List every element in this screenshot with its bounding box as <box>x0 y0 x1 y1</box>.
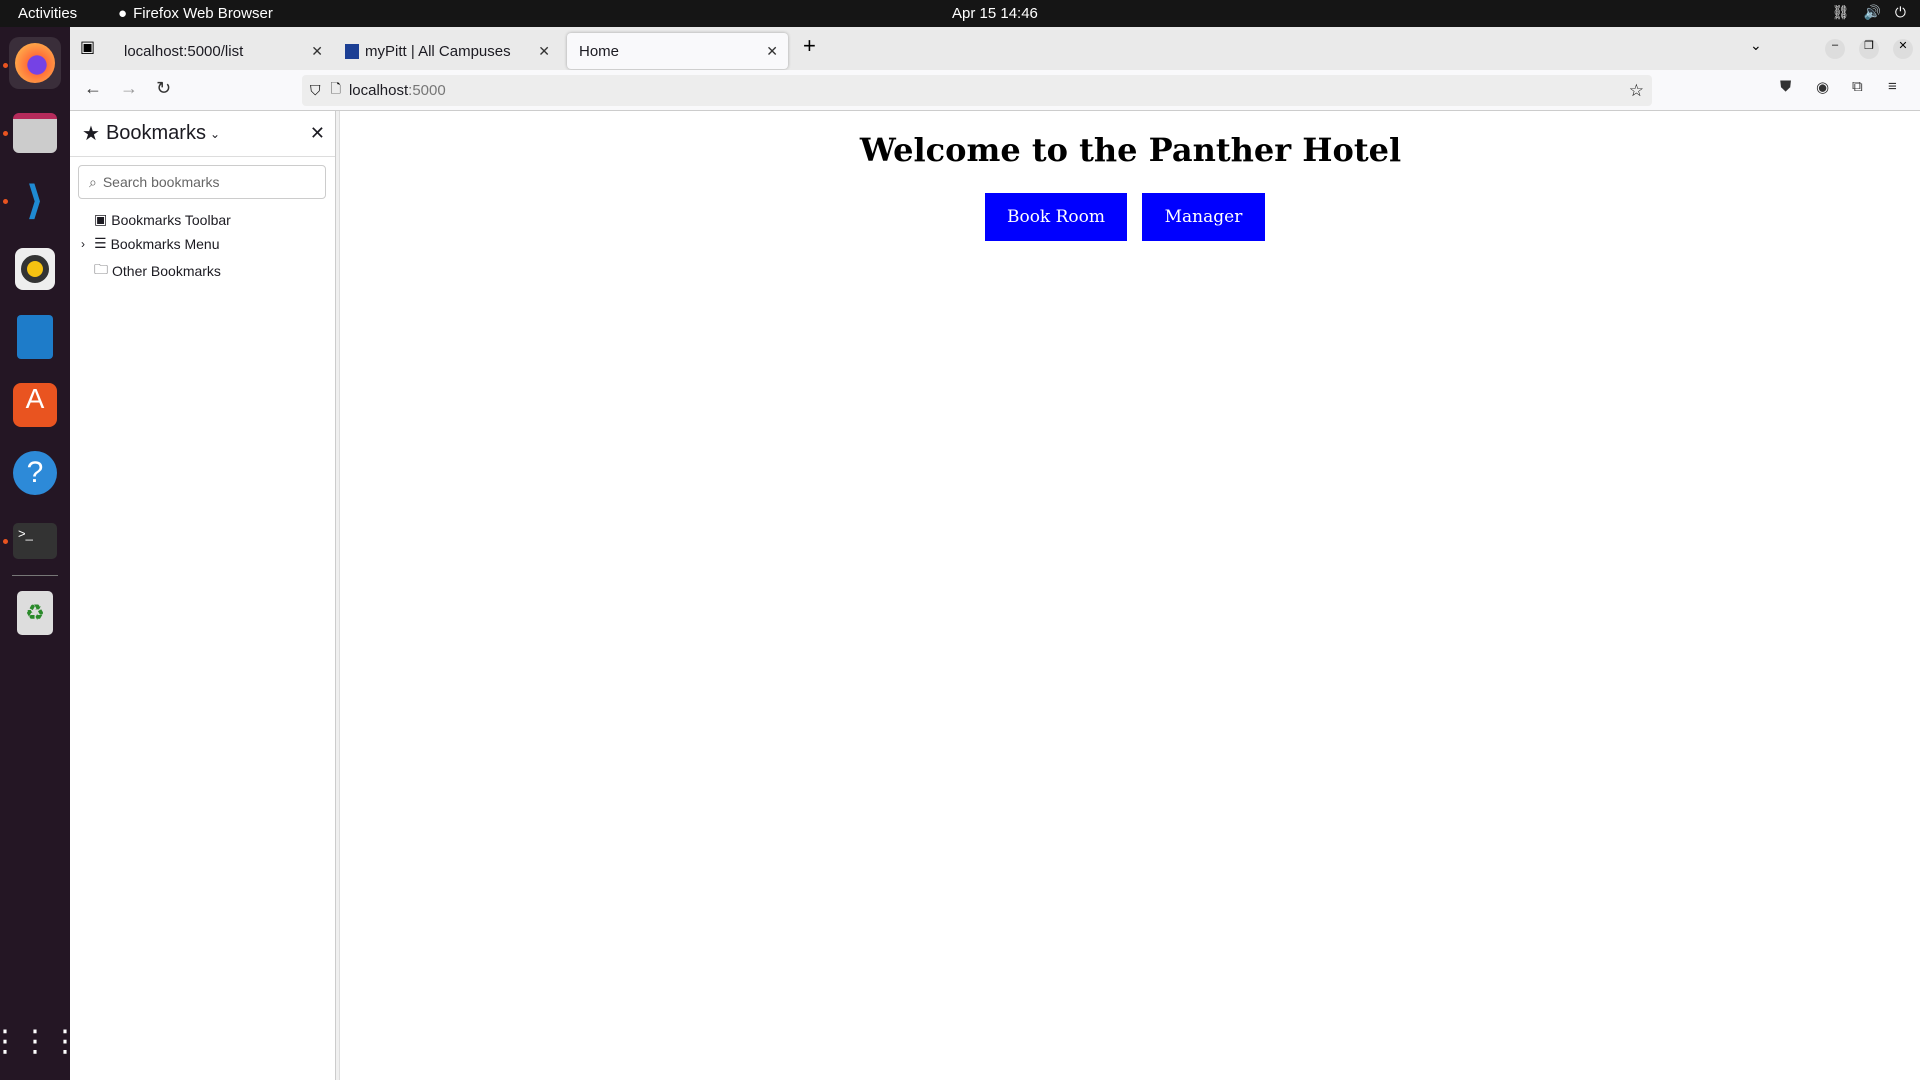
toolbar-folder-icon: ▣ <box>94 211 108 227</box>
new-tab-button[interactable]: + <box>803 33 816 59</box>
shield-icon[interactable]: ⛉ <box>310 82 321 99</box>
trash-icon[interactable]: ♻ <box>9 587 61 639</box>
tab-overview-icon[interactable]: ▣ <box>80 37 95 57</box>
bookmark-folder-menu[interactable]: › ☰ Bookmarks Menu <box>81 235 220 252</box>
vscode-icon[interactable]: ⟩ <box>9 175 61 227</box>
book-room-button[interactable]: Book Room <box>985 193 1127 241</box>
menu-folder-icon: ☰ <box>94 235 107 251</box>
bookmark-star-icon[interactable]: ☆ <box>1629 81 1644 101</box>
tab-label: localhost:5000/list <box>124 42 244 60</box>
restore-button[interactable]: ❐ <box>1859 39 1879 59</box>
sidebar-splitter[interactable] <box>336 111 340 1080</box>
dock: ⟩ A ? >_ ♻ ⋮⋮⋮ <box>0 27 80 1080</box>
tab-bar: ▣ localhost:5000/list ✕ myPitt | All Camp… <box>70 27 1920 70</box>
firefox-icon: ● <box>118 5 128 22</box>
page-content: Welcome to the Panther Hotel Book Room M… <box>341 111 1920 1080</box>
folder-icon: 🗀 <box>94 261 108 277</box>
app-grid-icon[interactable]: ⋮⋮⋮ <box>0 1015 80 1067</box>
clock[interactable]: Apr 15 14:46 <box>952 5 1038 22</box>
system-tray[interactable]: ⛓ 🔊 ⏻ <box>1832 4 1906 21</box>
pocket-icon[interactable]: ⛊ <box>1780 78 1791 95</box>
tab-mypitt[interactable]: myPitt | All Campuses ✕ <box>333 33 560 69</box>
item-label: Other Bookmarks <box>112 263 221 279</box>
tab-home[interactable]: Home ✕ <box>567 33 788 69</box>
pitt-favicon <box>345 43 359 59</box>
tab-label: Home <box>579 42 620 60</box>
back-button[interactable]: ← <box>84 78 102 99</box>
star-icon: ★ <box>82 123 100 145</box>
list-all-tabs-icon[interactable]: ⌄ <box>1750 37 1762 54</box>
forward-button[interactable]: → <box>120 78 138 99</box>
app-name: Firefox Web Browser <box>133 5 273 22</box>
tab-list[interactable]: localhost:5000/list ✕ <box>112 33 333 69</box>
menu-icon[interactable]: ≡ <box>1888 78 1897 95</box>
item-label: Bookmarks Toolbar <box>111 211 231 228</box>
app-menu[interactable]: ● Firefox Web Browser <box>118 5 273 22</box>
app-center-icon[interactable]: A <box>9 379 61 431</box>
close-window-button[interactable]: ✕ <box>1893 39 1913 59</box>
bookmark-folder-toolbar[interactable]: ▣ Bookmarks Toolbar <box>94 211 231 228</box>
close-sidebar-icon[interactable]: ✕ <box>310 123 325 144</box>
bookmark-folder-other[interactable]: 🗀 Other Bookmarks <box>94 259 221 283</box>
search-icon: ⌕ <box>89 173 97 190</box>
item-label: Bookmarks Menu <box>110 235 220 252</box>
firefox-icon[interactable] <box>9 37 61 89</box>
account-icon[interactable]: ◉ <box>1816 78 1829 96</box>
bookmarks-sidebar: ★ Bookmarks ⌄ ✕ ⌕ Search bookmarks ▣ Book… <box>70 111 336 1080</box>
manager-button[interactable]: Manager <box>1142 193 1265 241</box>
search-bookmarks-input[interactable]: ⌕ Search bookmarks <box>78 165 326 199</box>
tab-label: myPitt | All Campuses <box>365 42 511 60</box>
system-top-bar: Activities ● Firefox Web Browser Apr 15 1… <box>0 0 1920 27</box>
sidebar-header[interactable]: ★ Bookmarks ⌄ ✕ <box>70 111 335 157</box>
url-host: localhost <box>348 82 409 99</box>
writer-icon[interactable] <box>9 311 61 363</box>
close-tab-icon[interactable]: ✕ <box>311 43 323 60</box>
activities-button[interactable]: Activities <box>18 5 77 22</box>
help-icon[interactable]: ? <box>9 447 61 499</box>
network-icon: ⛓ <box>1831 4 1850 20</box>
reload-button[interactable]: ↻ <box>156 78 171 99</box>
close-tab-icon[interactable]: ✕ <box>538 43 550 60</box>
search-placeholder: Search bookmarks <box>102 174 220 190</box>
url-bar[interactable]: ⛉ 🗋 localhost:5000 ☆ <box>302 75 1652 106</box>
terminal-icon[interactable]: >_ <box>9 515 61 567</box>
volume-icon: 🔊 <box>1863 4 1881 20</box>
sidebar-title[interactable]: Bookmarks <box>106 122 206 145</box>
close-tab-icon[interactable]: ✕ <box>766 43 778 60</box>
page-icon: 🗋 <box>330 80 341 96</box>
rhythmbox-icon[interactable] <box>9 243 61 295</box>
power-icon: ⏻ <box>1894 4 1906 20</box>
minimize-button[interactable]: – <box>1825 39 1845 59</box>
url-port: :5000 <box>408 82 446 99</box>
chevron-down-icon[interactable]: ⌄ <box>210 127 220 141</box>
extensions-icon[interactable]: ⧉ <box>1852 78 1863 95</box>
chevron-right-icon[interactable]: › <box>81 237 85 251</box>
files-icon[interactable] <box>9 107 61 159</box>
page-title: Welcome to the Panther Hotel <box>859 131 1402 169</box>
navigation-bar: ← → ↻ ⛉ 🗋 localhost:5000 ☆ ⛊ ◉ ⧉ ≡ <box>70 70 1920 111</box>
